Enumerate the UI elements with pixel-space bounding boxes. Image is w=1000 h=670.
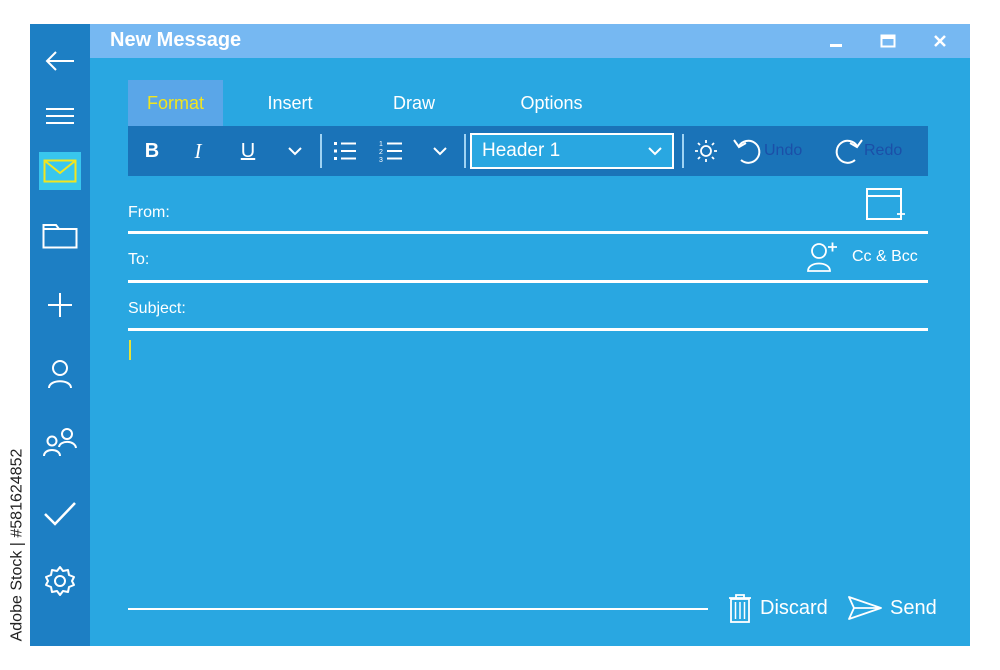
undo-icon [733, 139, 761, 164]
send-label: Send [890, 596, 937, 619]
from-underline [128, 231, 928, 234]
paragraph-style-value: Header 1 [482, 140, 561, 161]
menu-button[interactable] [30, 96, 90, 136]
window-title: New Message [110, 29, 242, 51]
close-button[interactable] [926, 28, 954, 54]
toolbar-divider [464, 134, 466, 168]
back-arrow-icon [45, 51, 74, 71]
svg-text:2: 2 [379, 149, 383, 156]
italic-button[interactable]: I [182, 126, 214, 176]
discard-button[interactable]: Discard [728, 590, 828, 626]
nav-item-groups[interactable] [30, 422, 90, 462]
sun-brightness-icon [695, 140, 717, 162]
chevron-down-icon [648, 147, 662, 156]
paragraph-style-select[interactable]: Header 1 [470, 133, 674, 169]
subject-field[interactable] [190, 294, 810, 324]
mail-icon [43, 159, 77, 183]
to-field[interactable] [190, 245, 810, 275]
discard-label: Discard [760, 596, 828, 619]
list-options-dropdown[interactable] [426, 126, 454, 176]
text-cursor [129, 340, 131, 360]
from-label: From: [128, 204, 170, 221]
plus-icon [48, 293, 72, 317]
folder-icon [42, 224, 78, 249]
close-icon [934, 35, 946, 47]
undo-label: Undo [764, 142, 803, 159]
nav-item-tasks[interactable] [30, 493, 90, 533]
tab-format[interactable]: Format [128, 80, 223, 126]
redo-label: Redo [864, 142, 903, 159]
compose-window: New Message Format Insert Draw Options B… [90, 24, 970, 646]
minimize-icon [830, 44, 842, 47]
settings-gear-icon [45, 566, 75, 596]
format-toolbar: B I U 1 2 3 Header 1 Undo Redo [128, 126, 928, 176]
title-bar: New Message [90, 24, 970, 58]
svg-text:3: 3 [379, 157, 383, 163]
to-label: To: [128, 251, 150, 268]
numbered-list-icon: 1 2 3 [379, 141, 402, 163]
toolbar-divider [682, 134, 684, 168]
bullet-list-icon [334, 142, 356, 160]
tab-insert[interactable]: Insert [250, 80, 330, 126]
brightness-button[interactable] [690, 126, 722, 176]
subject-underline [128, 328, 928, 331]
undo-button[interactable]: Undo [732, 126, 818, 176]
add-person-icon [807, 242, 837, 272]
numbered-list-button[interactable]: 1 2 3 [374, 126, 408, 176]
message-body-editor[interactable] [128, 336, 928, 596]
toolbar-divider [320, 134, 322, 168]
back-button[interactable] [30, 41, 90, 81]
redo-icon [835, 139, 863, 164]
send-icon [848, 596, 882, 620]
nav-item-settings[interactable] [30, 561, 90, 601]
bullet-list-button[interactable] [328, 126, 362, 176]
cc-bcc-label: Cc & Bcc [852, 248, 918, 265]
underline-button[interactable]: U [232, 126, 264, 176]
nav-item-new[interactable] [30, 285, 90, 325]
bold-button[interactable]: B [136, 126, 168, 176]
new-window-icon [866, 188, 905, 220]
minimize-button[interactable] [822, 28, 850, 54]
stock-id-label: Adobe Stock | #581624852 [6, 430, 28, 660]
nav-item-mail[interactable] [39, 152, 81, 190]
subject-label: Subject: [128, 300, 186, 317]
maximize-icon [880, 34, 896, 48]
tab-options[interactable]: Options [504, 80, 599, 126]
redo-button[interactable]: Redo [832, 126, 922, 176]
maximize-button[interactable] [874, 28, 902, 54]
footer-divider [128, 608, 708, 610]
cc-bcc-button[interactable]: Cc & Bcc [806, 240, 926, 274]
hamburger-menu-icon [46, 108, 74, 124]
nav-sidebar [30, 24, 90, 646]
trash-icon [729, 594, 751, 623]
person-icon [48, 360, 72, 389]
people-icon [43, 428, 77, 457]
chevron-down-icon [288, 147, 302, 156]
svg-text:1: 1 [379, 141, 383, 148]
send-button[interactable]: Send [848, 590, 937, 626]
nav-item-contact[interactable] [30, 354, 90, 394]
text-format-dropdown[interactable] [282, 126, 308, 176]
chevron-down-icon [433, 147, 447, 156]
to-underline [128, 280, 928, 283]
tab-draw[interactable]: Draw [375, 80, 453, 126]
checkmark-icon [44, 502, 76, 526]
add-account-button[interactable] [866, 188, 906, 224]
from-field[interactable] [190, 198, 810, 228]
nav-item-folder[interactable] [30, 215, 90, 255]
stock-id-text: Adobe Stock | #581624852 [8, 448, 26, 642]
